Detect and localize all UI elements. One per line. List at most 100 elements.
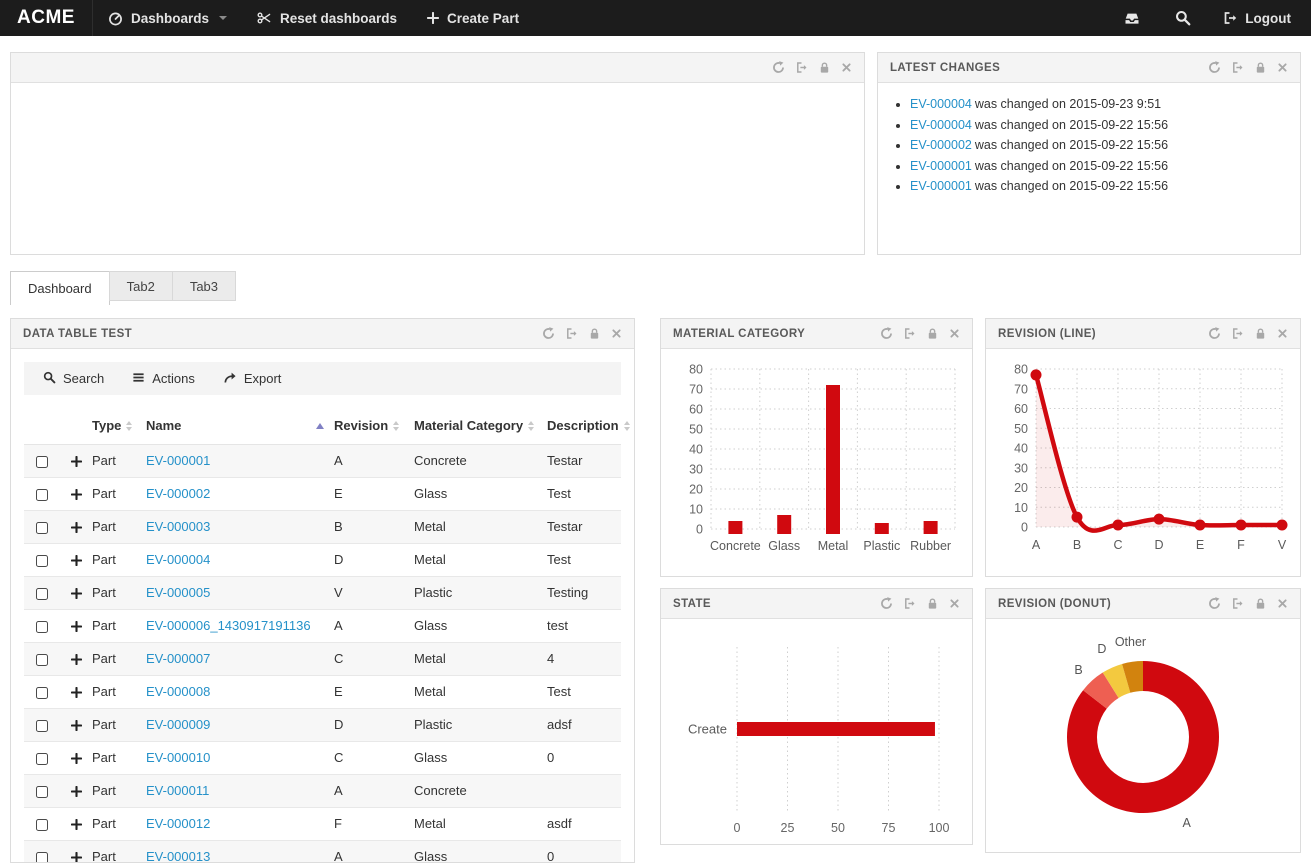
- tab-tab2[interactable]: Tab2: [109, 271, 173, 301]
- tab-tab3[interactable]: Tab3: [172, 271, 236, 301]
- nav-create-part[interactable]: Create Part: [412, 0, 534, 36]
- expand-plus-icon[interactable]: [71, 654, 82, 665]
- move-out-icon[interactable]: [903, 327, 916, 340]
- part-link[interactable]: EV-000007: [146, 651, 210, 666]
- part-link[interactable]: EV-000003: [146, 519, 210, 534]
- row-checkbox[interactable]: [36, 555, 48, 567]
- column-header-material-category[interactable]: Material Category: [414, 408, 547, 444]
- column-header-description[interactable]: Description: [547, 408, 621, 444]
- refresh-icon[interactable]: [542, 327, 555, 340]
- part-link[interactable]: EV-000004: [910, 97, 972, 111]
- expand-plus-icon[interactable]: [71, 621, 82, 632]
- expand-plus-icon[interactable]: [71, 720, 82, 731]
- cell-description: 0: [547, 741, 621, 774]
- expand-plus-icon[interactable]: [71, 687, 82, 698]
- expand-plus-icon[interactable]: [71, 753, 82, 764]
- lock-icon[interactable]: [588, 327, 601, 340]
- column-header-revision[interactable]: Revision: [334, 408, 414, 444]
- row-checkbox[interactable]: [36, 720, 48, 732]
- part-link[interactable]: EV-000009: [146, 717, 210, 732]
- sort-asc-icon: [316, 423, 324, 429]
- refresh-icon[interactable]: [1208, 61, 1221, 74]
- part-link[interactable]: EV-000005: [146, 585, 210, 600]
- column-header-type[interactable]: Type: [92, 408, 146, 444]
- close-icon[interactable]: [949, 598, 960, 609]
- refresh-icon[interactable]: [880, 327, 893, 340]
- move-out-icon[interactable]: [565, 327, 578, 340]
- part-link[interactable]: EV-000011: [146, 783, 209, 798]
- refresh-icon[interactable]: [1208, 597, 1221, 610]
- close-icon[interactable]: [1277, 328, 1288, 339]
- tab-dashboard[interactable]: Dashboard: [10, 271, 110, 305]
- brand-logo[interactable]: ACME: [0, 0, 93, 36]
- svg-text:20: 20: [689, 483, 703, 497]
- part-link[interactable]: EV-000001: [146, 453, 210, 468]
- part-link[interactable]: EV-000010: [146, 750, 210, 765]
- row-checkbox[interactable]: [36, 687, 48, 699]
- expand-plus-icon[interactable]: [71, 489, 82, 500]
- lock-icon[interactable]: [926, 597, 939, 610]
- refresh-icon[interactable]: [1208, 327, 1221, 340]
- refresh-icon[interactable]: [772, 61, 785, 74]
- lock-icon[interactable]: [1254, 597, 1267, 610]
- expand-plus-icon[interactable]: [71, 852, 82, 863]
- lock-icon[interactable]: [818, 61, 831, 74]
- expand-plus-icon[interactable]: [71, 555, 82, 566]
- table-row: PartEV-000006_1430917191136AGlasstest: [24, 609, 621, 642]
- panel-tools: [1208, 597, 1288, 610]
- row-checkbox[interactable]: [36, 621, 48, 633]
- close-icon[interactable]: [611, 328, 622, 339]
- row-checkbox[interactable]: [36, 588, 48, 600]
- actions-button[interactable]: Actions: [122, 366, 205, 392]
- row-checkbox[interactable]: [36, 786, 48, 798]
- part-link[interactable]: EV-000001: [910, 179, 972, 193]
- part-link[interactable]: EV-000013: [146, 849, 210, 863]
- part-link[interactable]: EV-000004: [910, 118, 972, 132]
- nav-dashboards[interactable]: Dashboards: [93, 0, 242, 36]
- part-link[interactable]: EV-000006_1430917191136: [146, 618, 311, 633]
- expand-plus-icon[interactable]: [71, 786, 82, 797]
- lock-icon[interactable]: [1254, 327, 1267, 340]
- move-out-icon[interactable]: [1231, 61, 1244, 74]
- move-out-icon[interactable]: [795, 61, 808, 74]
- row-checkbox[interactable]: [36, 852, 48, 863]
- expand-plus-icon[interactable]: [71, 456, 82, 467]
- row-checkbox[interactable]: [36, 819, 48, 831]
- panel-tools: [880, 327, 960, 340]
- part-link[interactable]: EV-000002: [910, 138, 972, 152]
- part-link[interactable]: EV-000008: [146, 684, 210, 699]
- change-text: was changed on 2015-09-22 15:56: [975, 159, 1168, 173]
- close-icon[interactable]: [949, 328, 960, 339]
- part-link[interactable]: EV-000001: [910, 159, 972, 173]
- expand-plus-icon[interactable]: [71, 522, 82, 533]
- row-checkbox[interactable]: [36, 522, 48, 534]
- move-out-icon[interactable]: [1231, 327, 1244, 340]
- close-icon[interactable]: [841, 62, 852, 73]
- logout-button[interactable]: Logout: [1208, 0, 1311, 36]
- search-button[interactable]: [1158, 0, 1208, 36]
- export-button[interactable]: Export: [213, 366, 292, 392]
- lock-icon[interactable]: [926, 327, 939, 340]
- close-icon[interactable]: [1277, 598, 1288, 609]
- move-out-icon[interactable]: [903, 597, 916, 610]
- column-header-name[interactable]: Name: [146, 408, 334, 444]
- cell-revision: E: [334, 675, 414, 708]
- inbox-button[interactable]: [1106, 0, 1158, 36]
- expand-plus-icon[interactable]: [71, 819, 82, 830]
- part-link[interactable]: EV-000004: [146, 552, 210, 567]
- row-checkbox[interactable]: [36, 753, 48, 765]
- cell-material-category: Metal: [414, 642, 547, 675]
- row-checkbox[interactable]: [36, 489, 48, 501]
- expand-plus-icon[interactable]: [71, 588, 82, 599]
- row-checkbox[interactable]: [36, 456, 48, 468]
- move-out-icon[interactable]: [1231, 597, 1244, 610]
- close-icon[interactable]: [1277, 62, 1288, 73]
- search-button[interactable]: Search: [33, 366, 114, 392]
- refresh-icon[interactable]: [880, 597, 893, 610]
- part-link[interactable]: EV-000002: [146, 486, 210, 501]
- row-checkbox[interactable]: [36, 654, 48, 666]
- lock-icon[interactable]: [1254, 61, 1267, 74]
- nav-reset-dashboards[interactable]: Reset dashboards: [242, 0, 412, 36]
- part-link[interactable]: EV-000012: [146, 816, 210, 831]
- change-list-item: EV-000002was changed on 2015-09-22 15:56: [910, 138, 1284, 152]
